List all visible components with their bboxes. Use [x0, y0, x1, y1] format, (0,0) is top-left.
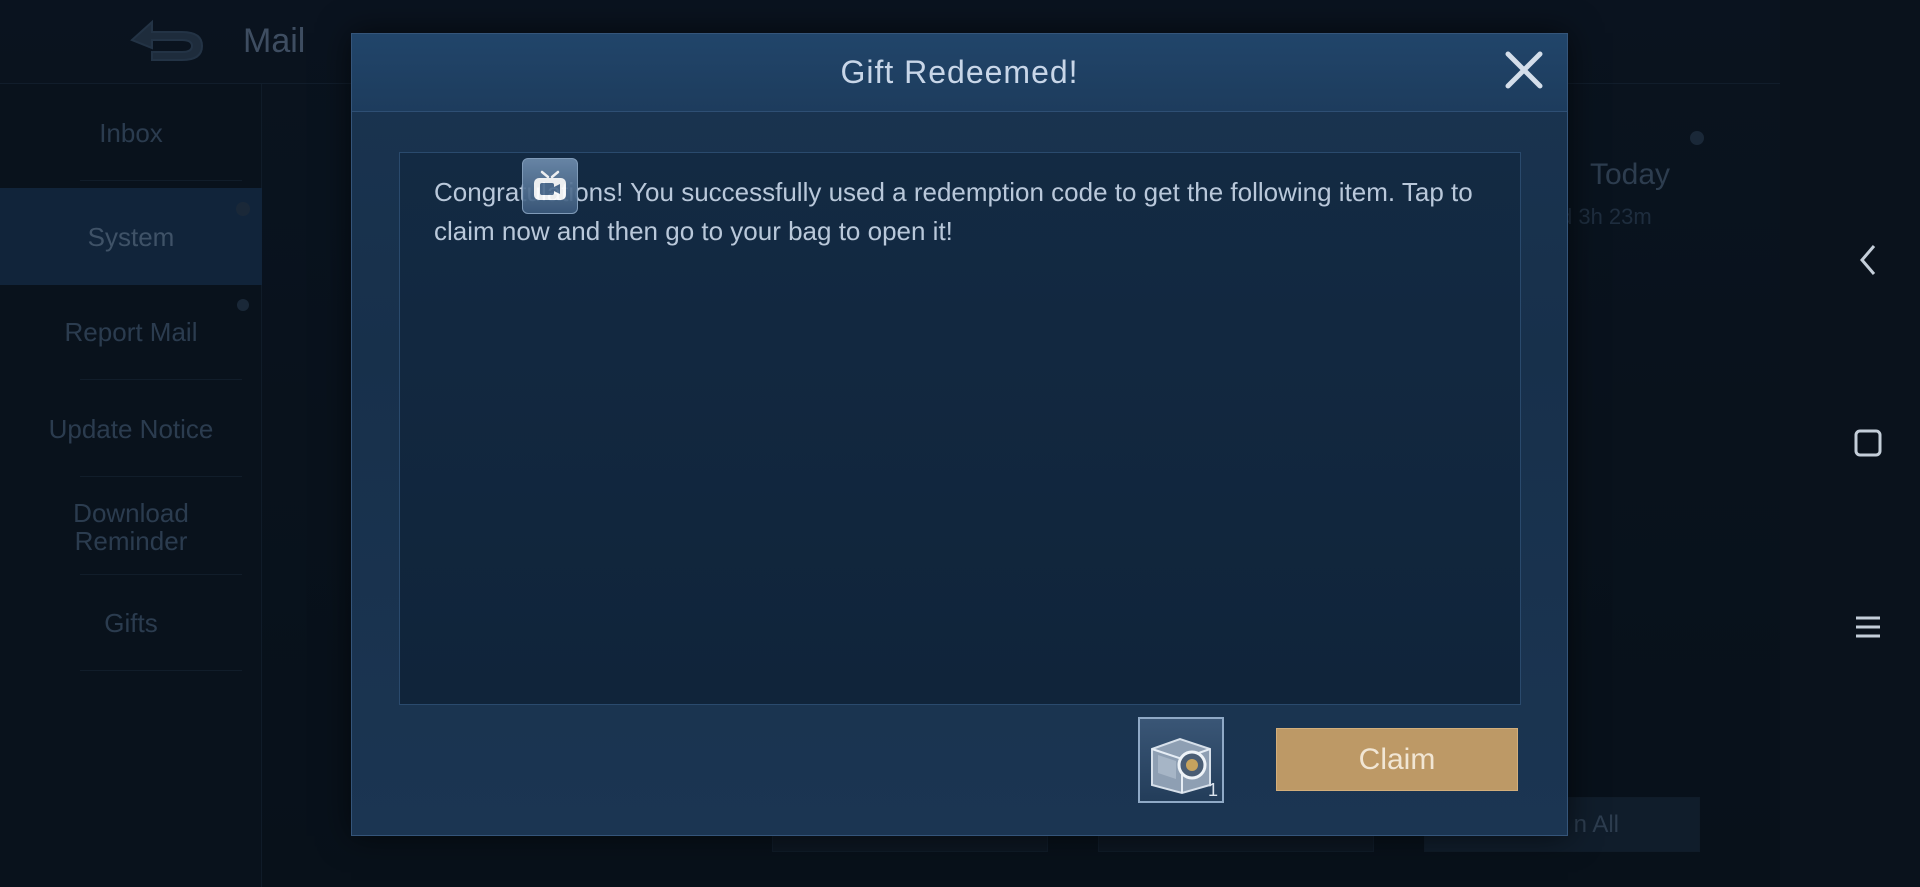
claim-button[interactable]: Claim — [1276, 728, 1518, 791]
home-square-icon[interactable] — [1850, 425, 1886, 461]
reward-item-slot[interactable]: 1 — [1138, 717, 1224, 803]
close-icon[interactable] — [1500, 46, 1548, 94]
back-chevron-icon[interactable] — [1850, 242, 1886, 278]
dialog-header: Gift Redeemed! — [352, 34, 1567, 112]
menu-icon[interactable] — [1850, 609, 1886, 645]
claim-button-label: Claim — [1358, 742, 1436, 776]
message-box: Congratulations! You successfully used a… — [399, 152, 1521, 705]
gift-redeemed-dialog: Gift Redeemed! Congratulations! You succ… — [351, 33, 1568, 836]
dialog-title: Gift Redeemed! — [840, 54, 1079, 90]
screen-recorder-icon[interactable] — [522, 158, 578, 214]
message-text: Congratulations! You successfully used a… — [434, 177, 1473, 246]
item-count: 1 — [1207, 780, 1218, 800]
